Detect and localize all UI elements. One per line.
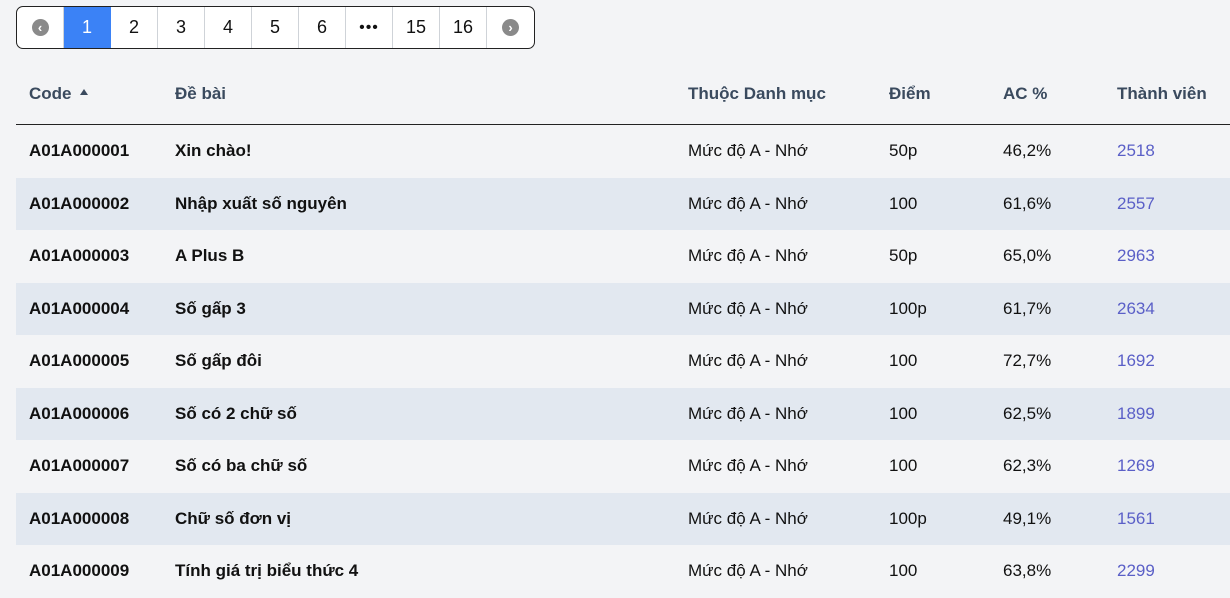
problem-points: 100	[889, 561, 918, 581]
problem-points: 100p	[889, 508, 927, 528]
problem-title-link[interactable]: Số gấp đôi	[175, 351, 688, 371]
header-category[interactable]: Thuộc Danh mục	[688, 84, 889, 104]
problem-code: A01A000006	[29, 403, 130, 423]
page-3-button[interactable]: 3	[158, 7, 205, 48]
problem-points: 100	[889, 403, 918, 423]
problem-title-link[interactable]: Tính giá trị biểu thức 4	[175, 561, 688, 581]
problem-points: 100	[889, 456, 918, 476]
table-header: Code Đề bài Thuộc Danh mục Điểm AC % Thà…	[16, 63, 1230, 125]
table-row: A01A000007 Số có ba chữ số Mức độ A - Nh…	[16, 440, 1230, 493]
header-members[interactable]: Thành viên	[1117, 84, 1230, 104]
problem-title-link[interactable]: Số gấp 3	[175, 299, 688, 319]
problem-members-link[interactable]: 2557	[1117, 194, 1230, 214]
problem-ac-rate: 61,7%	[1003, 298, 1052, 318]
chevron-left-icon: ‹	[31, 19, 49, 36]
problem-ac-rate: 65,0%	[1003, 246, 1052, 266]
problem-members-link[interactable]: 1561	[1117, 509, 1230, 529]
header-title[interactable]: Đề bài	[175, 84, 688, 104]
table-row: A01A000005 Số gấp đôi Mức độ A - Nhớ 100…	[16, 335, 1230, 388]
problem-ac-rate: 61,6%	[1003, 193, 1052, 213]
page-5-button[interactable]: 5	[252, 7, 299, 48]
problem-title-link[interactable]: Số có ba chữ số	[175, 456, 688, 476]
problem-ac-rate: 63,8%	[1003, 561, 1052, 581]
problem-code: A01A000008	[29, 508, 130, 528]
table-row: A01A000002 Nhập xuất số nguyên Mức độ A …	[16, 177, 1230, 230]
problem-points: 50p	[889, 246, 918, 266]
chevron-right-icon: ›	[502, 19, 519, 36]
table-row: A01A000004 Số gấp 3 Mức độ A - Nhớ 100p …	[16, 282, 1230, 335]
table-row: A01A000001 Xin chào! Mức độ A - Nhớ 50p …	[16, 125, 1230, 178]
problem-ac-rate: 62,5%	[1003, 403, 1052, 423]
sort-asc-icon	[79, 89, 88, 96]
header-ac[interactable]: AC %	[1003, 84, 1117, 104]
problem-category: Mức độ A - Nhớ	[688, 141, 808, 161]
header-code-label: Code	[29, 83, 72, 103]
problem-category: Mức độ A - Nhớ	[688, 298, 808, 318]
problem-members-link[interactable]: 2634	[1117, 299, 1230, 319]
table-row: A01A000003 A Plus B Mức độ A - Nhớ 50p 6…	[16, 230, 1230, 283]
problem-points: 100p	[889, 298, 927, 318]
table-row: A01A000006 Số có 2 chữ số Mức độ A - Nhớ…	[16, 387, 1230, 440]
problem-code: A01A000003	[29, 246, 130, 266]
page-4-button[interactable]: 4	[205, 7, 252, 48]
problem-code: A01A000007	[29, 456, 130, 476]
table-row: A01A000008 Chữ số đơn vị Mức độ A - Nhớ …	[16, 492, 1230, 545]
problem-members-link[interactable]: 1692	[1117, 351, 1230, 371]
page-ellipsis[interactable]: •••	[346, 7, 393, 48]
problem-title-link[interactable]: Nhập xuất số nguyên	[175, 194, 688, 214]
problem-ac-rate: 46,2%	[1003, 141, 1052, 161]
problem-category: Mức độ A - Nhớ	[688, 351, 808, 371]
problem-category: Mức độ A - Nhớ	[688, 456, 808, 476]
problem-category: Mức độ A - Nhớ	[688, 193, 808, 213]
problem-ac-rate: 62,3%	[1003, 456, 1052, 476]
problem-members-link[interactable]: 2299	[1117, 561, 1230, 581]
table-body: A01A000001 Xin chào! Mức độ A - Nhớ 50p …	[16, 125, 1230, 598]
problem-ac-rate: 72,7%	[1003, 351, 1052, 371]
page-2-button[interactable]: 2	[111, 7, 158, 48]
problem-code: A01A000009	[29, 561, 130, 581]
problem-table: Code Đề bài Thuộc Danh mục Điểm AC % Thà…	[16, 63, 1230, 598]
problem-code: A01A000002	[29, 193, 130, 213]
problem-members-link[interactable]: 2963	[1117, 246, 1230, 266]
problem-category: Mức độ A - Nhớ	[688, 246, 808, 266]
header-code[interactable]: Code	[16, 84, 175, 104]
pagination: ‹ 1 2 3 4 5 6 ••• 15 16 ›	[16, 6, 535, 49]
page-6-button[interactable]: 6	[299, 7, 346, 48]
problem-category: Mức độ A - Nhớ	[688, 508, 808, 528]
problem-ac-rate: 49,1%	[1003, 508, 1052, 528]
problem-code: A01A000001	[29, 141, 130, 161]
header-points[interactable]: Điểm	[889, 84, 1003, 104]
problem-category: Mức độ A - Nhớ	[688, 403, 808, 423]
problem-code: A01A000004	[29, 298, 130, 318]
problem-points: 50p	[889, 141, 918, 161]
problem-category: Mức độ A - Nhớ	[688, 561, 808, 581]
problem-title-link[interactable]: Xin chào!	[175, 141, 688, 161]
page-15-button[interactable]: 15	[393, 7, 440, 48]
prev-page-button[interactable]: ‹	[17, 7, 64, 48]
page-1-button[interactable]: 1	[64, 7, 111, 48]
problem-title-link[interactable]: Chữ số đơn vị	[175, 509, 688, 529]
problem-points: 100	[889, 351, 918, 371]
problem-members-link[interactable]: 1899	[1117, 404, 1230, 424]
problem-points: 100	[889, 193, 918, 213]
problem-members-link[interactable]: 2518	[1117, 141, 1230, 161]
problem-title-link[interactable]: A Plus B	[175, 246, 688, 266]
problem-code: A01A000005	[29, 351, 130, 371]
page-16-button[interactable]: 16	[440, 7, 487, 48]
problem-members-link[interactable]: 1269	[1117, 456, 1230, 476]
problem-title-link[interactable]: Số có 2 chữ số	[175, 404, 688, 424]
next-page-button[interactable]: ›	[487, 7, 534, 48]
